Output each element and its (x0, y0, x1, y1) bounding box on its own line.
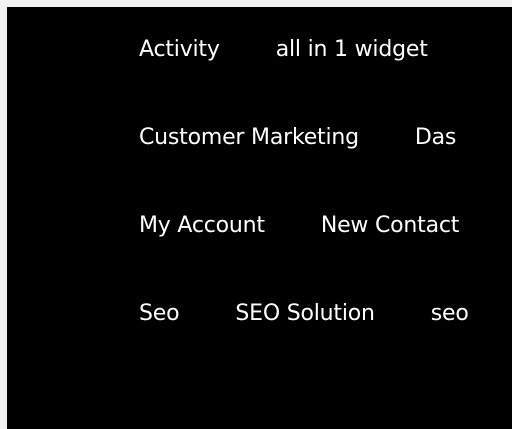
menu-link-all-in-1-widget[interactable]: all in 1 widget (276, 30, 428, 70)
menu-row: My Account New Contact (139, 206, 511, 246)
menu-link-seo-solution[interactable]: SEO Solution (235, 294, 375, 334)
menu-link-seo[interactable]: Seo (139, 294, 180, 334)
menu-link-my-account[interactable]: My Account (139, 206, 265, 246)
menu-link-customer-marketing[interactable]: Customer Marketing (139, 118, 359, 158)
menu-row: Seo SEO Solution seo (139, 294, 512, 334)
menu-row: Customer Marketing Das (139, 118, 508, 158)
menu-row: Activity all in 1 widget (139, 30, 480, 70)
menu-link-dashboard[interactable]: Das (415, 118, 456, 158)
menu-link-seo-more[interactable]: seo (431, 294, 469, 334)
menu-link-activity[interactable]: Activity (139, 30, 220, 70)
menu-link-new-contact[interactable]: New Contact (321, 206, 460, 246)
menu-panel: Activity all in 1 widget Customer Market… (7, 7, 512, 429)
page-frame: Activity all in 1 widget Customer Market… (0, 0, 512, 429)
